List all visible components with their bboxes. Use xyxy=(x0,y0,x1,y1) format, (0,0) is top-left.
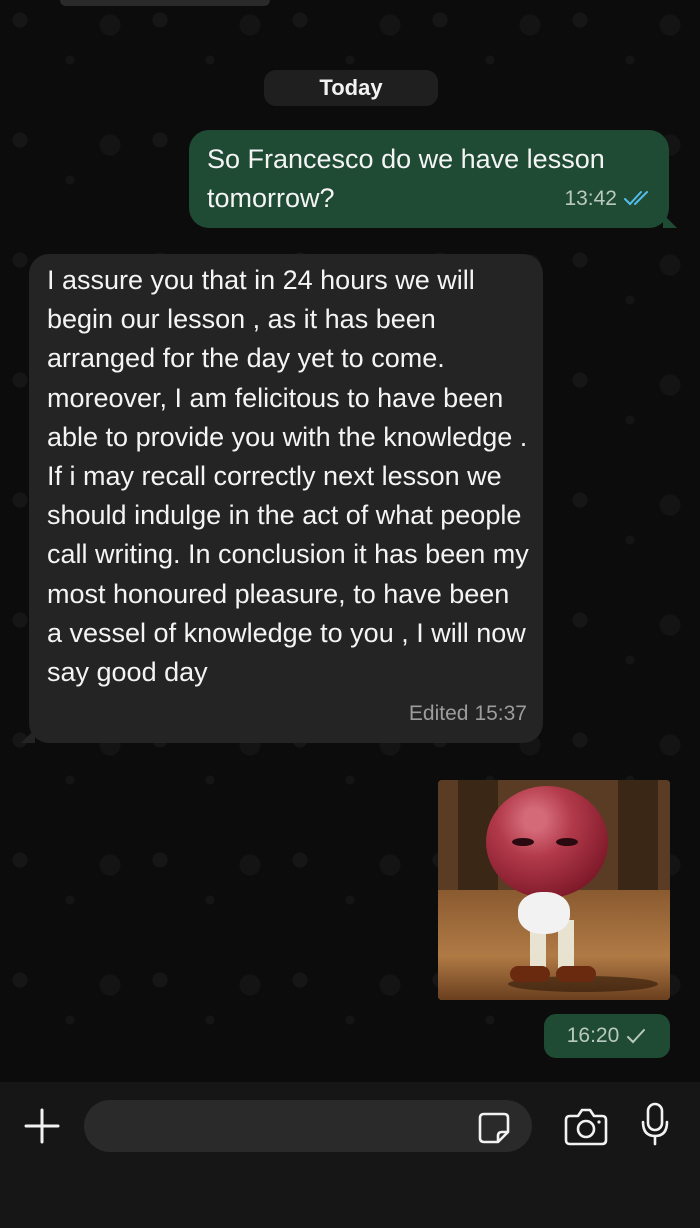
photo-apple-head xyxy=(486,786,608,898)
outgoing-message-bubble[interactable]: So Francesco do we have lesson tomorrow?… xyxy=(189,130,677,228)
message-meta: 13:42 xyxy=(564,179,653,218)
microphone-icon[interactable] xyxy=(640,1102,670,1146)
incoming-message-bubble[interactable]: I assure you that in 24 hours we will be… xyxy=(21,254,543,743)
message-time: 13:42 xyxy=(564,186,617,210)
single-check-icon xyxy=(625,1026,647,1046)
date-separator: Today xyxy=(264,70,438,106)
photo-eye xyxy=(512,838,534,846)
sticker-icon[interactable] xyxy=(476,1110,512,1146)
photo-eye xyxy=(556,838,578,846)
photo-stripe xyxy=(618,780,658,890)
date-label: Today xyxy=(319,75,383,100)
message-text: I assure you that in 24 hours we will be… xyxy=(47,265,529,688)
camera-icon[interactable] xyxy=(564,1106,608,1146)
bubble-tail xyxy=(21,729,35,743)
plus-icon[interactable] xyxy=(22,1106,62,1146)
image-time-chip: 16:20 xyxy=(544,1014,670,1058)
message-time: 16:20 xyxy=(566,1024,620,1047)
photo-shoe xyxy=(556,966,596,982)
message-meta: Edited 15:37 xyxy=(409,694,527,733)
message-time: 15:37 xyxy=(474,701,527,725)
bubble-tail xyxy=(663,214,677,228)
top-pill xyxy=(60,0,270,6)
photo-glove xyxy=(518,892,570,934)
chat-background: Today So Francesco do we have lesson tom… xyxy=(0,0,700,1082)
message-input[interactable] xyxy=(84,1100,532,1152)
double-check-read-icon xyxy=(623,188,653,208)
edited-label: Edited xyxy=(408,701,469,725)
status-bar-remnant xyxy=(0,0,700,6)
photo-shoe xyxy=(510,966,550,982)
apple-character-sticker-icon[interactable] xyxy=(438,780,670,1000)
